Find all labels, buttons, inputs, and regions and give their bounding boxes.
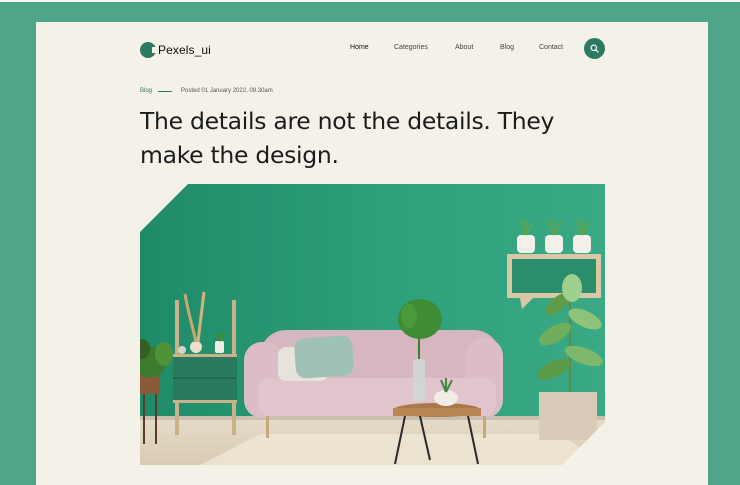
post-meta: Blog Posted 01 January 2022, 09.30am xyxy=(140,88,273,94)
nav-item-home[interactable]: Home xyxy=(350,44,369,51)
search-button[interactable] xyxy=(584,38,605,59)
nav-item-contact[interactable]: Contact xyxy=(539,44,563,51)
blog-page: Pexels_ui Home Categories About Blog Con… xyxy=(36,22,708,485)
hero-image xyxy=(140,184,605,465)
nav-item-blog[interactable]: Blog xyxy=(500,44,514,51)
post-date: Posted 01 January 2022, 09.30am xyxy=(181,88,273,94)
post-category[interactable]: Blog xyxy=(140,88,152,94)
brand-name: Pexels_ui xyxy=(158,43,211,57)
search-icon xyxy=(590,44,599,53)
nav-item-categories[interactable]: Categories xyxy=(394,44,428,51)
post-title: The details are not the details. They ma… xyxy=(140,104,620,172)
logo-mark-icon xyxy=(140,42,159,58)
meta-divider xyxy=(158,90,173,92)
outer-frame: Pexels_ui Home Categories About Blog Con… xyxy=(0,0,740,485)
post-title-line-1: The details are not the details. They xyxy=(140,107,555,135)
living-room-illustration xyxy=(140,184,605,465)
brand-logo[interactable]: Pexels_ui xyxy=(140,39,211,61)
nav-item-about[interactable]: About xyxy=(455,44,473,51)
post-title-line-2: make the design. xyxy=(140,141,339,169)
